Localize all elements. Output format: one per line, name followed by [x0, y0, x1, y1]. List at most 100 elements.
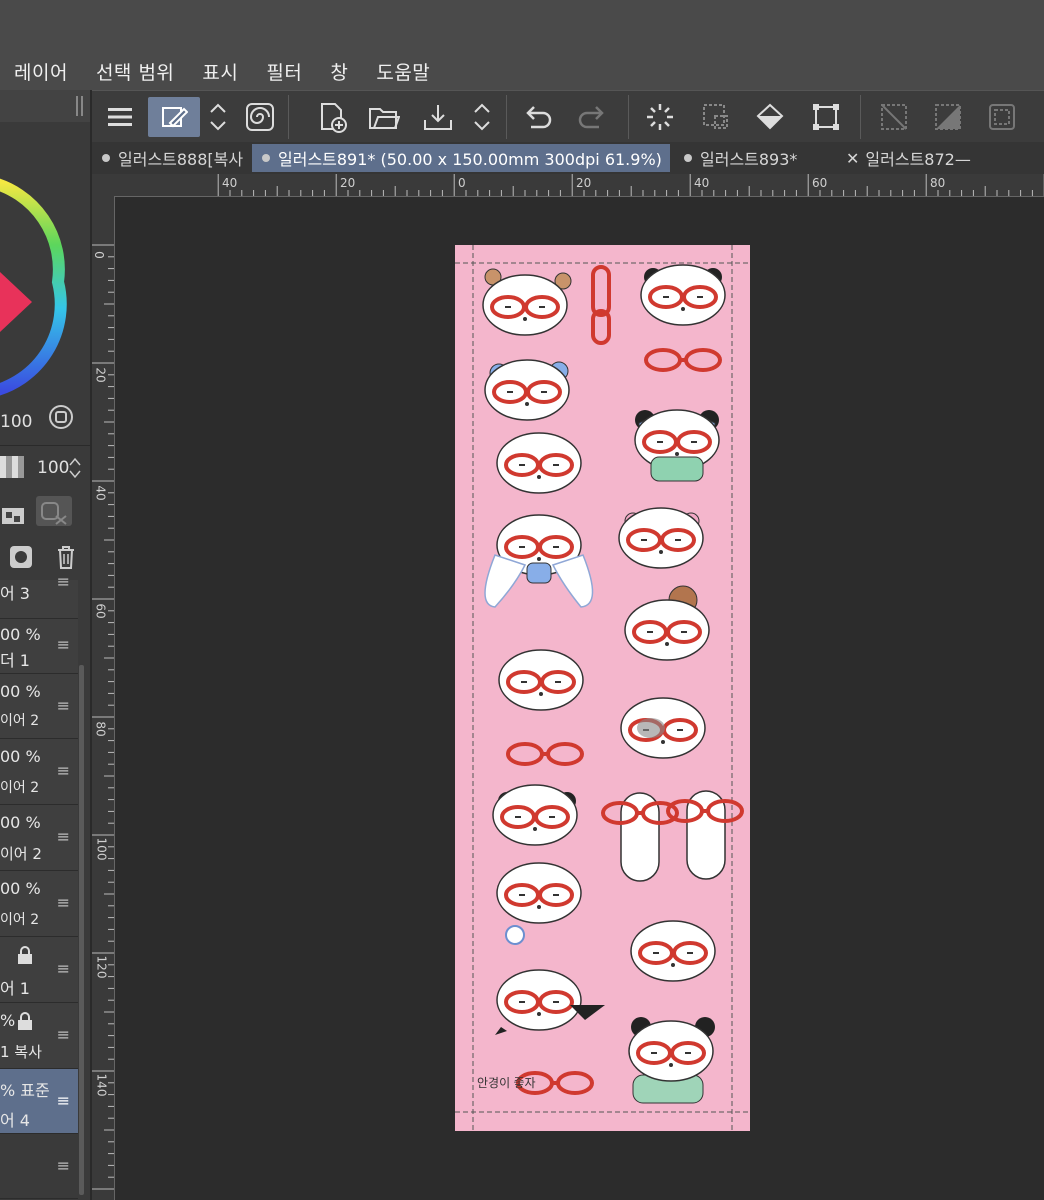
hamburger-icon[interactable]: ≡ — [57, 635, 70, 654]
menu-bar: 레이어 선택 범위 표시 필터 창 도움말 — [0, 52, 1044, 90]
hamburger-icon[interactable]: ≡ — [57, 959, 70, 978]
hamburger-icon[interactable]: ≡ — [57, 572, 70, 591]
trash-icon[interactable] — [54, 544, 78, 570]
layer-item-selected[interactable]: % 표준 어 4 ≡ — [0, 1069, 78, 1134]
layer-item[interactable]: ≡ — [0, 1134, 78, 1199]
ruler-label: 20 — [576, 176, 592, 190]
command-bar — [92, 90, 1044, 144]
lock-icon[interactable] — [16, 945, 34, 965]
invert-selection-icon[interactable] — [928, 97, 968, 137]
layer-item[interactable]: 어 1 ≡ — [0, 937, 78, 1003]
ruler-label: 40 — [93, 485, 108, 501]
updown-icon[interactable] — [464, 97, 500, 137]
layer-name: 이어 2 — [0, 780, 40, 796]
sticker-artwork: 안경이 좋자 — [455, 245, 750, 1131]
fill-icon[interactable] — [750, 97, 790, 137]
close-icon[interactable]: ✕ — [846, 149, 859, 168]
tab-label: 일러스트872— — [865, 150, 971, 169]
hamburger-icon[interactable]: ≡ — [57, 893, 70, 912]
layer-item[interactable]: 00 % 이어 2 ≡ — [0, 805, 78, 871]
clipping-icon — [41, 502, 67, 525]
toolbar-separator — [506, 95, 507, 139]
deselect-icon[interactable] — [640, 97, 680, 137]
vertical-ruler[interactable]: 0 20 40 60 80 100 120 140 — [92, 196, 115, 1200]
hamburger-icon[interactable]: ≡ — [57, 1156, 70, 1175]
tab-document[interactable]: 일러스트888[복사 — [92, 144, 250, 172]
menu-help[interactable]: 도움말 — [376, 58, 430, 85]
layer-name: 1 복사 — [0, 1043, 42, 1061]
layer-item[interactable]: 00 % 이어 2 ≡ — [0, 674, 78, 739]
new-file-icon[interactable] — [312, 97, 352, 137]
layer-opacity: 어 3 — [0, 584, 30, 603]
lock-icon[interactable] — [16, 1011, 34, 1031]
layer-opacity: 00 % — [0, 879, 41, 898]
menu-icon[interactable] — [100, 97, 140, 137]
layer-name: 더 1 — [0, 651, 30, 670]
menu-selection[interactable]: 선택 범위 — [96, 58, 174, 85]
ruler-label: 60 — [93, 603, 108, 619]
lock-transparency-icon[interactable] — [0, 500, 28, 528]
layer-opacity: 00 % — [0, 625, 41, 644]
layer-opacity: 00 % — [0, 747, 41, 766]
redo-icon[interactable] — [572, 97, 612, 137]
pen-tool-icon[interactable] — [148, 97, 200, 137]
mask-icon[interactable] — [8, 544, 34, 570]
menu-view[interactable]: 표시 — [202, 58, 238, 85]
layer-opacity: % 표준 — [0, 1081, 50, 1100]
handwriting-text: 안경이 좋자 — [477, 1076, 536, 1090]
color-mode-icon[interactable] — [48, 404, 74, 430]
undo-icon[interactable] — [518, 97, 558, 137]
transform-icon[interactable] — [806, 97, 846, 137]
selection-icon[interactable] — [696, 97, 736, 137]
reference-layer-button[interactable] — [36, 496, 72, 526]
color-wheel-icon[interactable] — [0, 162, 90, 422]
ruler-label: 0 — [458, 176, 466, 190]
hamburger-icon[interactable]: ≡ — [57, 761, 70, 780]
modified-dot-icon — [102, 154, 110, 162]
border-selection-icon[interactable] — [982, 97, 1022, 137]
hamburger-icon[interactable]: ≡ — [57, 827, 70, 846]
layer-item[interactable]: 00 % 이어 2 ≡ — [0, 871, 78, 937]
tab-document-active[interactable]: 일러스트891* (50.00 x 150.00mm 300dpi 61.9%) — [252, 144, 670, 172]
menu-layer[interactable]: 레이어 — [14, 58, 68, 85]
tab-label: 일러스트891* (50.00 x 150.00mm 300dpi 61.9%) — [278, 150, 662, 169]
layer-item[interactable]: % 1 복사 ≡ — [0, 1003, 78, 1069]
spiral-icon[interactable] — [240, 97, 280, 137]
ruler-corner — [92, 174, 112, 196]
menu-filter[interactable]: 필터 — [266, 58, 302, 85]
hamburger-icon[interactable]: ≡ — [57, 1091, 70, 1110]
ruler-label: 120 — [94, 955, 109, 979]
modified-dot-icon — [262, 154, 270, 162]
layer-name: 이어 2 — [0, 845, 42, 863]
hamburger-icon[interactable]: ≡ — [57, 696, 70, 715]
panel-header — [0, 90, 90, 123]
updown-icon[interactable] — [200, 97, 236, 137]
layer-item[interactable]: 어 3 ≡ — [0, 572, 78, 619]
tab-label: 일러스트888[복사 — [118, 150, 244, 169]
tab-document[interactable]: 일러스트893* — [674, 144, 832, 172]
hamburger-icon[interactable]: ≡ — [57, 1025, 70, 1044]
tab-label: 일러스트893* — [700, 150, 798, 169]
color-value: 100 — [0, 412, 33, 432]
layer-item[interactable]: 00 % 이어 2 ≡ — [0, 739, 78, 805]
save-icon[interactable] — [418, 97, 458, 137]
layer-opacity-value: 100 — [37, 458, 70, 478]
horizontal-ruler[interactable]: 40 20 0 20 40 60 80 — [112, 174, 1044, 197]
ruler-label: 80 — [930, 176, 946, 190]
ruler-label: 40 — [222, 176, 238, 190]
layer-scrollbar[interactable] — [79, 665, 84, 1195]
opacity-slider-icon[interactable] — [0, 456, 24, 478]
updown-icon[interactable] — [68, 456, 82, 480]
menu-window[interactable]: 창 — [330, 58, 348, 85]
ruler-label: 20 — [93, 367, 108, 383]
clear-selection-icon[interactable] — [874, 97, 914, 137]
grip-icon[interactable] — [76, 96, 83, 116]
open-folder-icon[interactable] — [364, 97, 404, 137]
layer-name: 어 1 — [0, 979, 30, 998]
tab-document[interactable]: ✕ 일러스트872— — [836, 144, 994, 172]
layer-name: 이어 2 — [0, 912, 40, 928]
toolbar-separator — [628, 95, 629, 139]
ruler-label: 60 — [812, 176, 828, 190]
canvas-paper[interactable]: 안경이 좋자 — [455, 245, 750, 1131]
layer-item[interactable]: 00 % 더 1 ≡ — [0, 619, 78, 674]
